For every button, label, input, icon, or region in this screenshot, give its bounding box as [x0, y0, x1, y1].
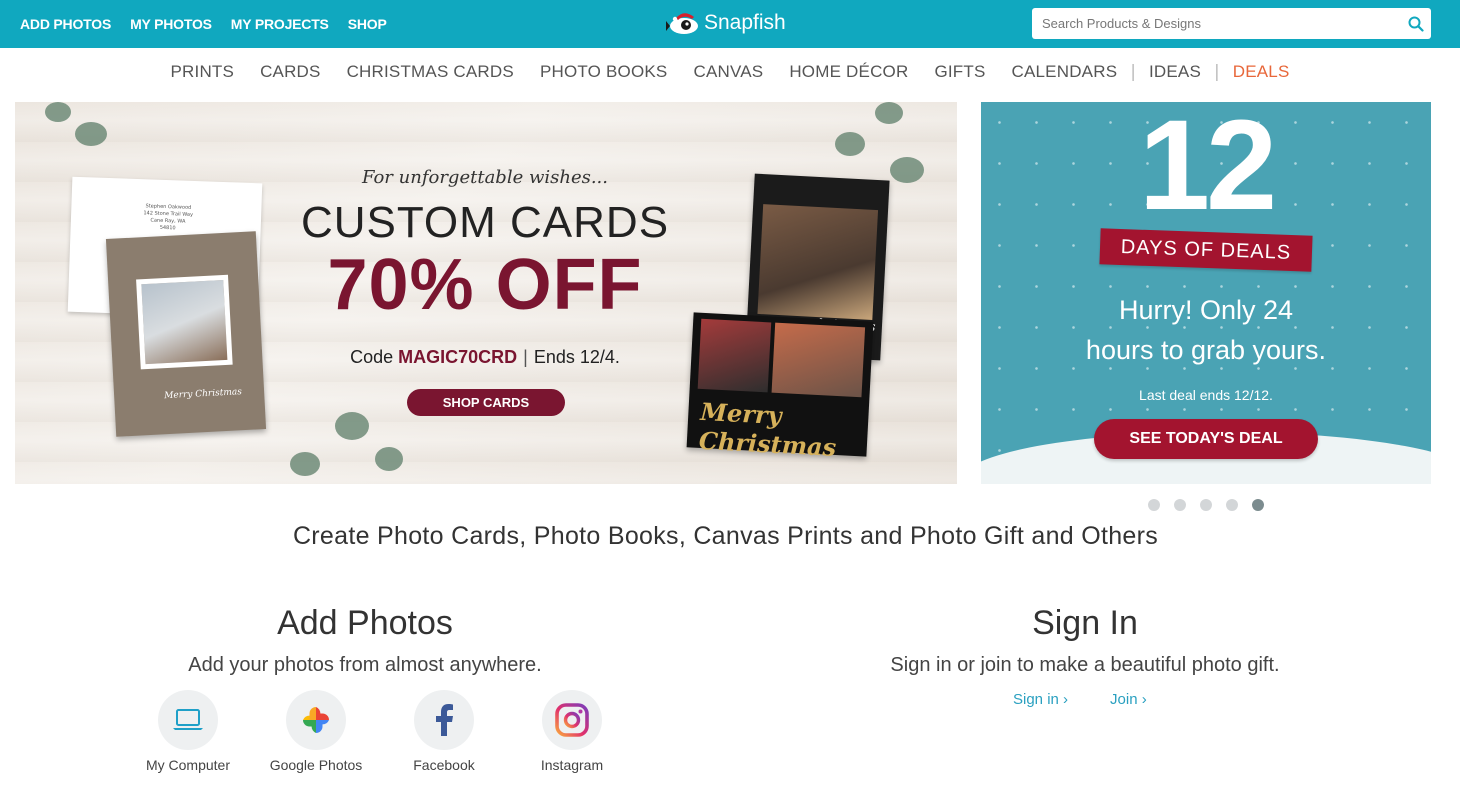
sample-card-left: Merry Christmas: [105, 231, 267, 437]
carousel-dot[interactable]: [1226, 499, 1238, 511]
category-prints[interactable]: PRINTS: [158, 62, 248, 82]
eucalyptus-leaf: [835, 132, 865, 156]
carousel-dot-active[interactable]: [1252, 499, 1264, 511]
hero-tagline: For unforgettable wishes...: [361, 167, 609, 188]
category-cards[interactable]: CARDS: [247, 62, 334, 82]
top-nav: ADD PHOTOS MY PHOTOS MY PROJECTS SHOP: [20, 0, 387, 48]
join-link[interactable]: Join ›: [1110, 691, 1147, 708]
eucalyptus-leaf: [75, 122, 107, 146]
hero-title: CUSTOM CARDS: [300, 198, 670, 247]
sample-card-right-bottom: Merry Christmas: [686, 312, 874, 462]
search-input[interactable]: [1032, 8, 1401, 39]
source-google-photos[interactable]: Google Photos: [252, 690, 380, 773]
offer-end-date: Ends 12/4.: [533, 347, 620, 367]
hero-offer: 70% OFF: [327, 245, 643, 325]
deals-banner[interactable]: 12 DAYS OF DEALS Hurry! Only 24 hours to…: [981, 102, 1431, 484]
source-facebook[interactable]: Facebook: [380, 690, 508, 773]
nav-shop[interactable]: SHOP: [348, 16, 387, 32]
sign-in-title: Sign In: [1032, 604, 1138, 642]
envelope-address: Stephen Oakwood 142 Stone Trail Way Cane…: [143, 203, 194, 232]
source-label: Facebook: [413, 757, 475, 773]
source-my-computer[interactable]: My Computer: [124, 690, 252, 773]
category-calendars[interactable]: CALENDARS: [999, 62, 1131, 82]
photo-sources: My Computer Google Photos Facebook Insta…: [124, 690, 636, 773]
eucalyptus-leaf: [875, 102, 903, 124]
source-label: My Computer: [145, 757, 231, 773]
eucalyptus-leaf: [45, 102, 71, 122]
source-label: Instagram: [540, 757, 604, 773]
category-deals[interactable]: DEALS: [1220, 62, 1303, 82]
category-nav: PRINTS CARDS CHRISTMAS CARDS PHOTO BOOKS…: [0, 48, 1460, 96]
card-script: Merry Christmas: [163, 387, 243, 402]
carousel-dots: [1148, 499, 1264, 511]
search-icon[interactable]: [1401, 8, 1431, 39]
instagram-icon: [542, 690, 602, 750]
shop-cards-button[interactable]: SHOP CARDS: [407, 389, 565, 416]
laptop-icon: [158, 690, 218, 750]
snapfish-logo[interactable]: Snapfish: [666, 9, 786, 37]
google-photos-icon: [286, 690, 346, 750]
category-gifts[interactable]: GIFTS: [921, 62, 998, 82]
carousel-dot[interactable]: [1174, 499, 1186, 511]
nav-add-photos[interactable]: ADD PHOTOS: [20, 16, 111, 32]
chevron-right-icon: ›: [1141, 691, 1147, 708]
eucalyptus-leaf: [290, 452, 320, 476]
category-home-decor[interactable]: HOME DÉCOR: [776, 62, 921, 82]
top-bar: ADD PHOTOS MY PHOTOS MY PROJECTS SHOP Sn…: [0, 0, 1460, 48]
sign-in-links: Sign in › Join ›: [1013, 691, 1147, 708]
code-label: Code: [350, 347, 394, 367]
category-canvas[interactable]: CANVAS: [680, 62, 776, 82]
card-photo: [697, 318, 772, 393]
hero-banner[interactable]: Stephen Oakwood 142 Stone Trail Way Cane…: [15, 102, 957, 484]
eucalyptus-leaf: [890, 157, 924, 183]
category-photo-books[interactable]: PHOTO BOOKS: [527, 62, 681, 82]
carousel-dot[interactable]: [1200, 499, 1212, 511]
source-label: Google Photos: [269, 757, 363, 773]
sign-in-subtitle: Sign in or join to make a beautiful phot…: [890, 654, 1280, 676]
category-ideas[interactable]: IDEAS: [1136, 62, 1214, 82]
category-christmas-cards[interactable]: CHRISTMAS CARDS: [334, 62, 527, 82]
chevron-right-icon: ›: [1063, 691, 1069, 708]
card-photo: [757, 204, 879, 320]
promo-code-line: Code MAGIC70CRD | Ends 12/4.: [350, 347, 620, 367]
search-box: [1032, 8, 1431, 39]
sign-in-link[interactable]: Sign in ›: [1013, 691, 1068, 708]
deals-count: 12: [1138, 102, 1277, 237]
eucalyptus-leaf: [375, 447, 403, 471]
source-instagram[interactable]: Instagram: [508, 690, 636, 773]
nav-my-projects[interactable]: MY PROJECTS: [231, 16, 329, 32]
add-photos-subtitle: Add your photos from almost anywhere.: [188, 654, 542, 676]
nav-my-photos[interactable]: MY PHOTOS: [130, 16, 212, 32]
card-photo: [771, 322, 866, 398]
hurry-text: Hurry! Only 24 hours to grab yours.: [1085, 295, 1327, 365]
see-todays-deal-button[interactable]: SEE TODAY'S DEAL: [1094, 419, 1318, 459]
fish-logo-icon: [666, 13, 698, 34]
carousel-dot[interactable]: [1148, 499, 1160, 511]
facebook-icon: [414, 690, 474, 750]
add-photos-title: Add Photos: [277, 604, 453, 642]
logo-text: Snapfish: [704, 11, 786, 34]
card-photo: [136, 274, 233, 370]
eucalyptus-leaf: [335, 412, 369, 440]
days-of-deals-ribbon: DAYS OF DEALS: [1099, 228, 1313, 272]
page-tagline: Create Photo Cards, Photo Books, Canvas …: [292, 522, 1159, 550]
card-script: Merry Christmas: [698, 396, 837, 463]
last-deal-text: Last deal ends 12/12.: [1139, 387, 1273, 403]
promo-code: MAGIC70CRD: [398, 347, 518, 367]
